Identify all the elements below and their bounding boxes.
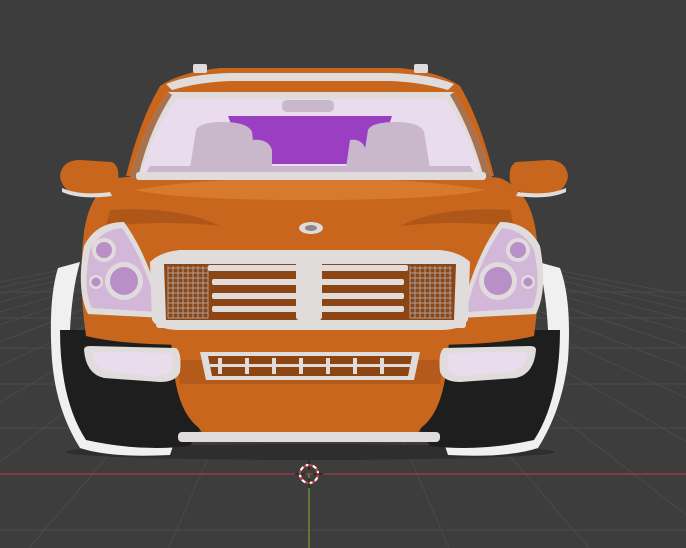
seat-right — [362, 122, 430, 168]
brand-emblem-inner — [305, 225, 317, 231]
cowl-trim — [136, 172, 486, 180]
viewport-canvas[interactable] — [0, 0, 686, 548]
rearview-mirror — [282, 100, 334, 112]
intake-bar — [210, 364, 410, 367]
car-model[interactable] — [50, 64, 569, 460]
roof-rail-left — [193, 64, 207, 73]
grille-lower-trim — [156, 320, 466, 328]
3d-viewport[interactable] — [0, 0, 686, 548]
roof-rail-right — [414, 64, 428, 73]
front-grille — [150, 250, 470, 330]
bumper-lip — [178, 432, 440, 442]
seat-left — [190, 122, 256, 168]
grille-center-post — [296, 262, 322, 320]
lower-intake — [200, 352, 420, 380]
